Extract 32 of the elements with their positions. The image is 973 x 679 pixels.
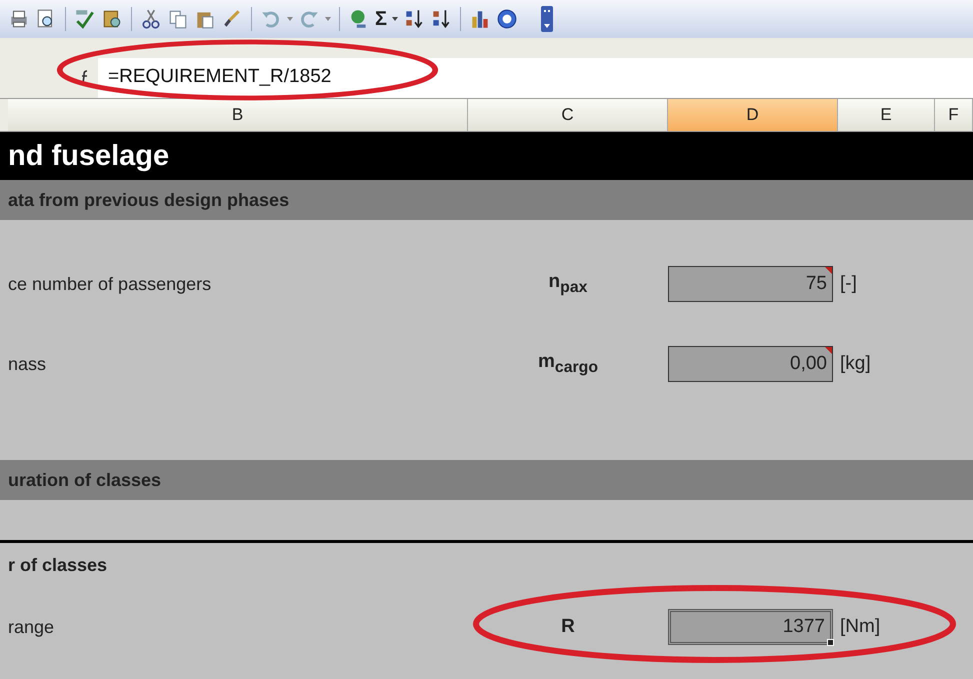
formula-field[interactable]: =REQUIREMENT_R/1852	[98, 58, 973, 98]
sheet-title: nd fuselage	[0, 132, 973, 180]
unit-label: [Nm]	[840, 616, 880, 637]
help-icon[interactable]	[496, 8, 518, 30]
column-header[interactable]: F	[935, 99, 973, 131]
caret-icon[interactable]	[392, 17, 398, 21]
comment-indicator-icon	[825, 267, 832, 274]
cut-icon[interactable]	[140, 8, 162, 30]
toolbar-options-icon[interactable]	[541, 6, 554, 32]
book-icon[interactable]	[101, 8, 123, 30]
column-header[interactable]: C	[468, 99, 668, 131]
parameter-label: nass	[8, 354, 46, 374]
column-header[interactable]: E	[838, 99, 935, 131]
comment-indicator-icon	[825, 347, 832, 354]
column-header[interactable]: D	[668, 99, 838, 131]
parameter-label: range	[8, 616, 54, 636]
parameter-symbol: R	[561, 616, 575, 637]
column-header[interactable]: B	[8, 99, 468, 131]
unit-label: [-]	[840, 273, 857, 294]
sum-symbol[interactable]: Σ	[375, 8, 388, 30]
section-title: ata from previous design phases	[8, 190, 290, 210]
spell-check-icon[interactable]	[74, 8, 96, 30]
unit-label: [kg]	[840, 353, 871, 374]
value-cell[interactable]: 75	[668, 266, 833, 302]
function-icon[interactable]	[80, 70, 90, 84]
section-title: uration of classes	[8, 470, 162, 490]
copy-icon[interactable]	[167, 8, 189, 30]
value-cell[interactable]: 1377	[668, 609, 833, 645]
subsection-title: r of classes	[8, 554, 108, 576]
value-cell[interactable]: 0,00	[668, 346, 833, 382]
parameter-label: ce number of passengers	[8, 274, 212, 294]
fill-handle[interactable]	[827, 639, 834, 646]
